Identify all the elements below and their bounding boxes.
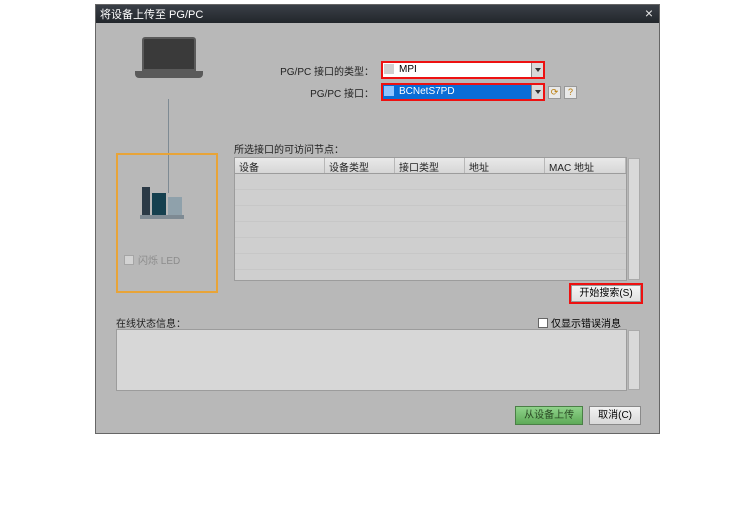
accessible-nodes-table: 设备 设备类型 接口类型 地址 MAC 地址	[234, 157, 627, 281]
errors-only-label: 仅显示错误消息	[551, 315, 621, 330]
col-mac[interactable]: MAC 地址	[545, 158, 626, 173]
table-header: 设备 设备类型 接口类型 地址 MAC 地址	[235, 158, 626, 174]
checkbox-icon	[124, 255, 134, 265]
upload-dialog: 将设备上传至 PG/PC × PG/PC 接口的类型： MPI	[95, 4, 660, 434]
scrollbar[interactable]	[628, 158, 640, 280]
iface-icon	[384, 86, 394, 96]
table-title: 所选接口的可访问节点：	[234, 141, 344, 156]
interface-select[interactable]: BCNetS7PD	[382, 84, 542, 100]
device-icon	[142, 187, 182, 215]
chevron-down-icon[interactable]	[531, 85, 543, 99]
interface-type-select[interactable]: MPI	[382, 62, 542, 78]
flash-led-label: 闪烁 LED	[138, 252, 180, 267]
refresh-icon[interactable]: ⟳	[548, 86, 561, 99]
status-messages[interactable]	[116, 329, 627, 391]
chevron-down-icon[interactable]	[531, 63, 543, 77]
laptop-icon	[142, 37, 203, 78]
close-icon[interactable]: ×	[639, 5, 659, 23]
interface-value: BCNetS7PD	[399, 85, 455, 99]
label-interface-type: PG/PC 接口的类型：	[242, 63, 382, 78]
titlebar[interactable]: 将设备上传至 PG/PC ×	[96, 5, 659, 23]
col-device[interactable]: 设备	[235, 158, 325, 173]
device-preview-box: 闪烁 LED	[116, 153, 218, 293]
start-search-button[interactable]: 开始搜索(S)	[571, 285, 641, 302]
flash-led-checkbox[interactable]: 闪烁 LED	[124, 252, 180, 267]
col-device-type[interactable]: 设备类型	[325, 158, 395, 173]
dialog-body: PG/PC 接口的类型： MPI PG/PC 接口：	[96, 23, 659, 433]
col-interface-type[interactable]: 接口类型	[395, 158, 465, 173]
settings-icon[interactable]: ?	[564, 86, 577, 99]
scrollbar[interactable]	[628, 330, 640, 390]
table-body[interactable]	[235, 174, 626, 280]
cancel-button[interactable]: 取消(C)	[589, 406, 641, 425]
status-label: 在线状态信息：	[116, 315, 186, 330]
upload-from-device-button[interactable]: 从设备上传	[515, 406, 583, 425]
interface-type-value: MPI	[399, 63, 417, 77]
type-icon	[384, 64, 394, 74]
col-address[interactable]: 地址	[465, 158, 545, 173]
window-title: 将设备上传至 PG/PC	[100, 6, 203, 22]
label-interface: PG/PC 接口：	[242, 85, 382, 100]
checkbox-icon	[538, 318, 548, 328]
errors-only-checkbox[interactable]: 仅显示错误消息	[538, 315, 621, 330]
